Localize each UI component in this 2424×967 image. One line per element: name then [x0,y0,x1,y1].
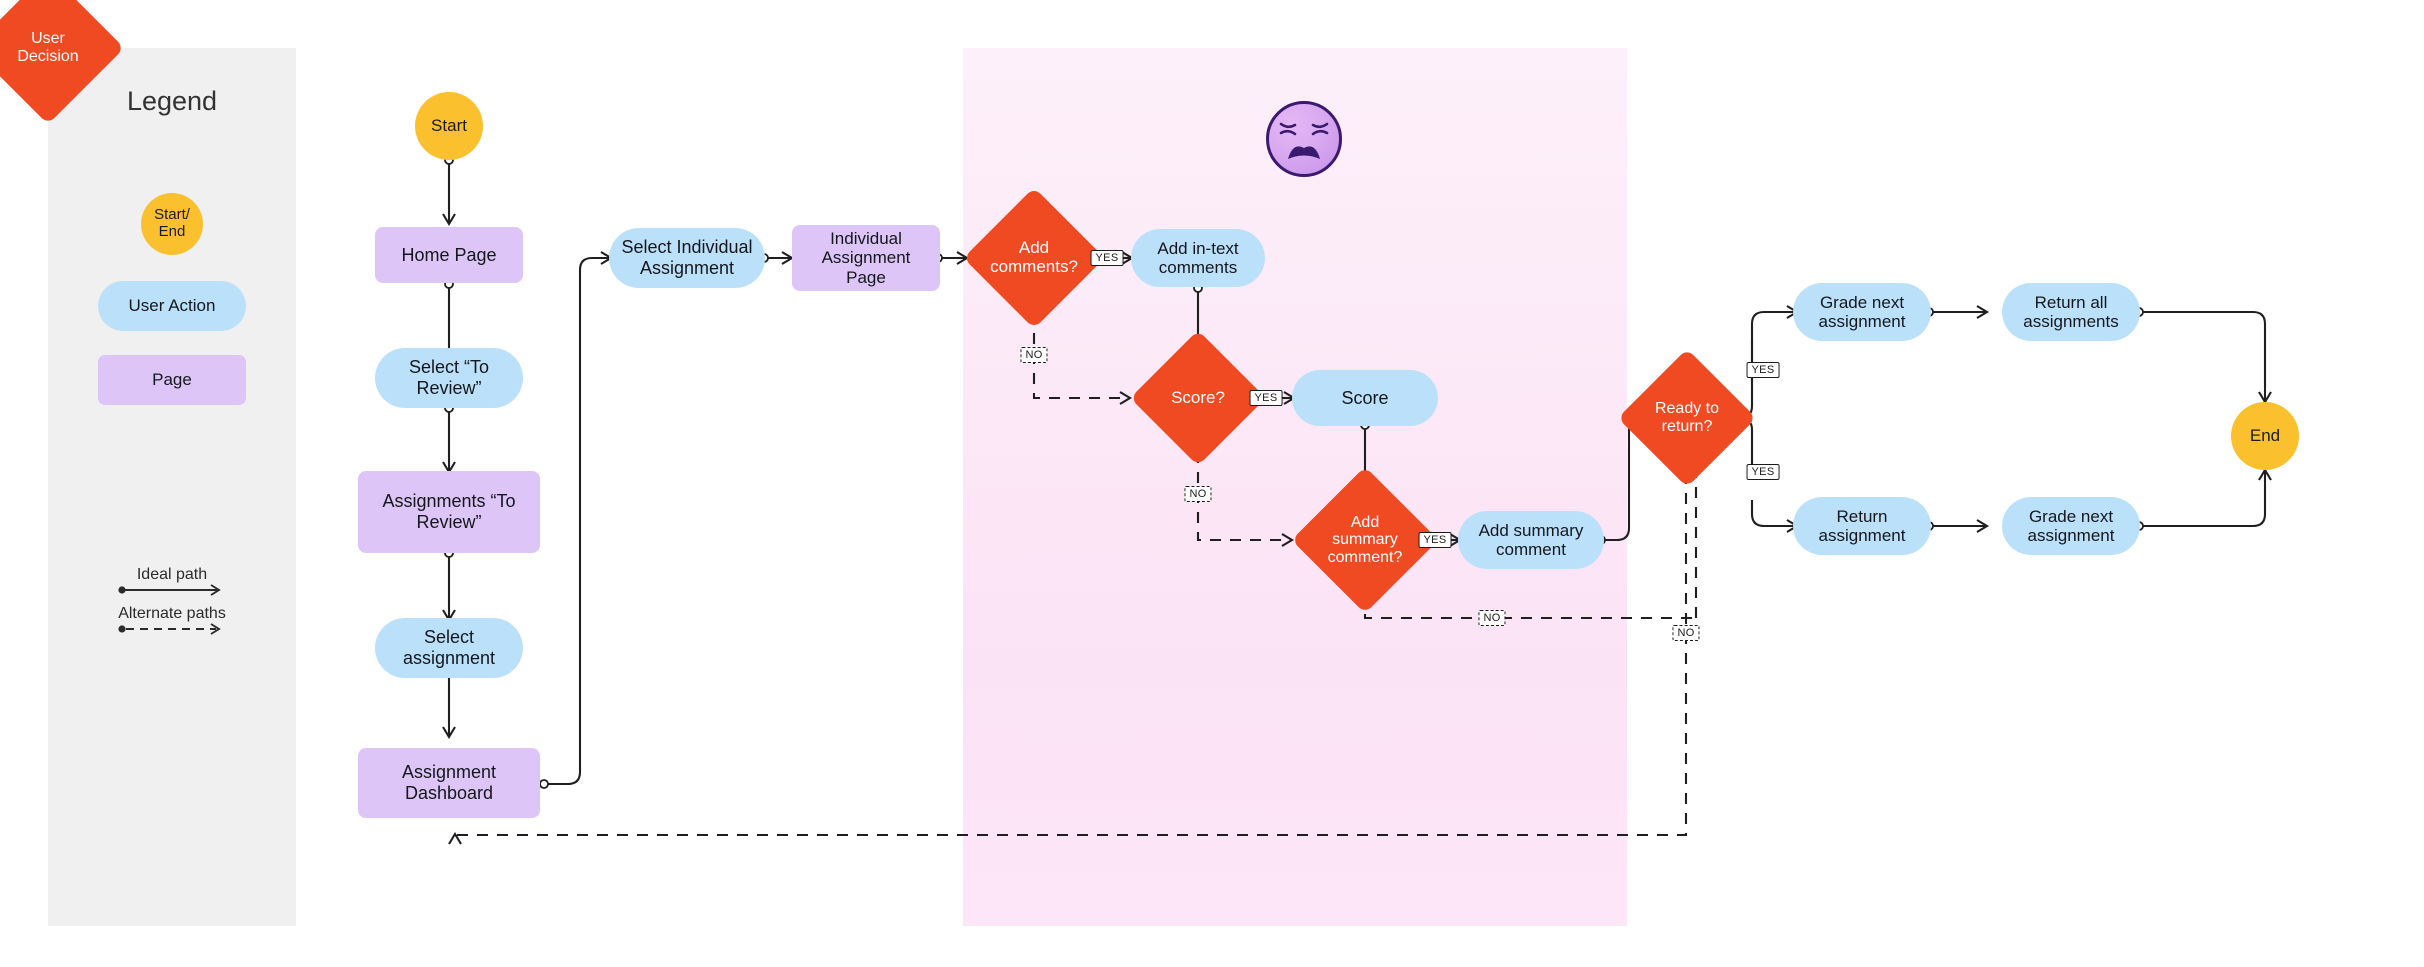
edge-label-ready-no: NO [1672,625,1700,641]
node-end[interactable]: End [2231,402,2299,470]
edge-label-score-no: NO [1184,486,1212,502]
node-ready-to-return-decision[interactable]: Ready to return? [1617,348,1757,488]
node-select-assignment-line2: assignment [402,648,496,668]
node-end-label: End [2249,426,2281,446]
node-select-assignment-line1: Select [423,627,475,648]
node-add-summary-q-line2: summary [1332,531,1398,549]
node-add-comments-line2: comments? [990,257,1078,276]
node-start[interactable]: Start [415,92,483,160]
node-select-to-review-line2: Review” [416,378,482,398]
node-individual-page-line3: Page [846,267,886,287]
edge-label-ready-yes-top: YES [1746,362,1780,378]
node-assignment-dashboard-line1: Assignment [401,762,497,783]
node-ready-q-line1: Ready to [1654,400,1720,418]
node-add-intext-line1: Add in-text [1157,238,1239,258]
node-grade-next-assignment-bottom[interactable]: Grade next assignment [2002,497,2140,555]
node-select-assignment[interactable]: Select assignment [375,618,523,678]
node-add-intext-line2: comments [1158,258,1238,277]
node-select-to-review[interactable]: Select “To Review” [375,348,523,408]
node-add-summary-q-line3: comment? [1327,548,1403,566]
node-add-in-text-comments[interactable]: Add in-text comments [1131,229,1265,287]
edge-label-ready-yes-bottom: YES [1746,464,1780,480]
node-individual-assignment-page[interactable]: Individual Assignment Page [792,225,940,291]
node-add-comments-line1: Add [1018,238,1050,258]
node-add-summary-line2: comment [1496,540,1566,559]
node-add-comments-decision[interactable]: Add comments? [963,187,1105,329]
node-return-assignment-line2: assignment [1818,526,1906,545]
node-assignments-to-review-line1: Assignments “To [382,491,516,512]
node-grade-next-bottom-line2: assignment [2027,526,2115,545]
edge-label-summary-no: NO [1478,610,1506,626]
node-score[interactable]: Score [1292,370,1438,426]
node-select-individual-line1: Select Individual [621,237,753,258]
node-return-all-line1: Return all [2034,292,2108,312]
node-home-page-label: Home Page [401,244,497,265]
node-return-all-assignments[interactable]: Return all assignments [2002,283,2140,341]
node-grade-next-top-line1: Grade next [1819,292,1905,312]
node-assignments-to-review-line2: Review” [416,512,482,532]
node-return-assignment[interactable]: Return assignment [1793,497,1931,555]
node-score-label: Score [1341,387,1389,408]
node-score-decision-label: Score? [1171,387,1225,407]
node-select-to-review-line1: Select “To [408,357,490,378]
node-grade-next-bottom-line1: Grade next [2028,506,2114,526]
node-grade-next-assignment-top[interactable]: Grade next assignment [1793,283,1931,341]
node-home-page[interactable]: Home Page [375,227,523,283]
node-start-label: Start [431,116,467,136]
node-score-decision[interactable]: Score? [1130,330,1266,466]
node-add-summary-comment[interactable]: Add summary comment [1458,511,1604,569]
node-individual-page-line1: Individual [830,228,902,248]
node-ready-decision-text: Ready to return? [1638,369,1736,467]
node-score-decision-text: Score? [1150,350,1246,446]
node-add-summary-q-line1: Add [1350,513,1380,531]
node-select-individual-assignment[interactable]: Select Individual Assignment [609,228,765,288]
node-assignment-dashboard-line2: Dashboard [404,783,494,803]
edge-label-comments-no: NO [1020,347,1048,363]
node-return-all-line2: assignments [2023,312,2119,331]
edge-label-summary-yes: YES [1418,532,1452,548]
node-return-assignment-line1: Return [1836,506,1888,526]
flowchart-canvas: Legend Start/ End User Action Page User … [0,0,2424,967]
node-add-summary-comment-decision[interactable]: Add summary comment? [1291,466,1439,614]
node-add-summary-decision-text: Add summary comment? [1313,488,1417,592]
node-assignments-to-review[interactable]: Assignments “To Review” [358,471,540,553]
node-add-comments-text: Add comments? [984,208,1084,308]
node-individual-page-line2: Assignment [821,248,911,268]
node-ready-q-line2: return? [1661,418,1713,435]
node-grade-next-top-line2: assignment [1818,312,1906,331]
node-select-individual-line2: Assignment [639,258,735,278]
node-assignment-dashboard[interactable]: Assignment Dashboard [358,748,540,818]
edge-label-comments-yes: YES [1090,250,1124,266]
edge-label-score-yes: YES [1249,390,1283,406]
node-add-summary-line1: Add summary [1478,520,1584,540]
